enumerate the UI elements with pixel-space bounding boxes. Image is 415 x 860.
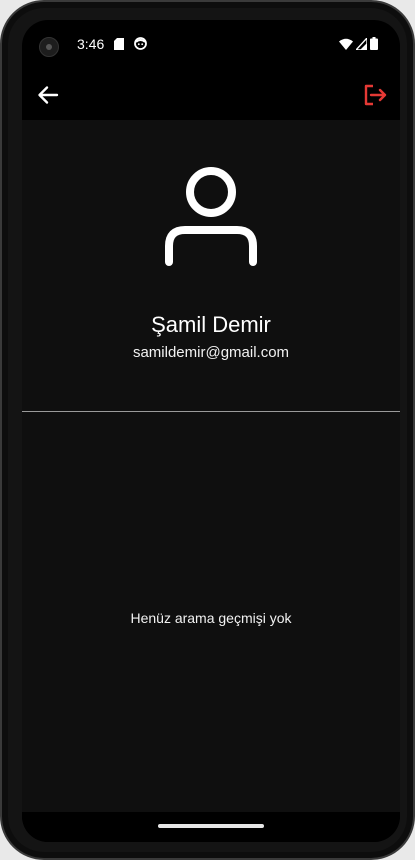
logout-icon[interactable] — [362, 82, 388, 108]
back-arrow-icon[interactable] — [36, 83, 60, 107]
person-icon — [165, 167, 257, 266]
user-email: samildemir@gmail.com — [132, 344, 290, 361]
face-icon — [134, 37, 147, 50]
sd-card-icon — [114, 38, 124, 50]
signal-icon — [356, 37, 367, 50]
navigation-bar — [22, 812, 400, 842]
screen: 3:46 Şamil Demir samildemir@gmail.com He… — [22, 20, 400, 842]
front-camera — [39, 37, 59, 57]
app-bar — [22, 70, 400, 120]
empty-history-message: Henüz arama geçmişi yok — [130, 610, 292, 626]
status-bar: 3:46 — [22, 20, 400, 70]
phone-frame: 3:46 Şamil Demir samildemir@gmail.com He… — [0, 0, 415, 860]
profile-content: Şamil Demir samildemir@gmail.com Henüz a… — [22, 120, 400, 812]
divider — [22, 411, 400, 412]
home-indicator[interactable] — [158, 824, 264, 828]
status-icons — [339, 37, 378, 50]
user-name: Şamil Demir — [151, 312, 271, 337]
battery-icon — [370, 37, 378, 50]
wifi-icon — [339, 38, 353, 50]
status-time: 3:46 — [77, 36, 105, 52]
